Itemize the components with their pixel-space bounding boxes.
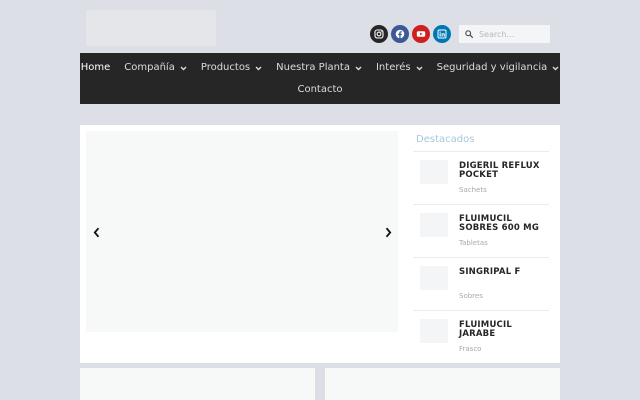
product-name[interactable]: FLUIMUCIL JARABE [459,321,549,339]
chevron-down-icon [552,66,559,70]
product-name[interactable]: FLUIMUCIL SOBRES 600 MG [459,215,549,233]
nav-item-contacto[interactable]: Contacto [290,83,349,97]
nav-item-label: Nuestra Planta [276,62,350,73]
nav-item-seguridad[interactable]: Seguridad y vigilancia [430,61,567,75]
nav-item-productos[interactable]: Productos [194,61,269,75]
image-slider [86,131,398,332]
slider-next-button[interactable] [382,225,394,239]
main-content-panel: Destacados DIGERIL REFLUX POCKET Sachets… [80,125,560,363]
product-name[interactable]: DIGERIL REFLUX POCKET [459,162,549,180]
content-card [325,368,560,400]
search-input[interactable] [479,29,549,39]
product-name[interactable]: SINGRIPAL F [459,268,549,277]
list-item[interactable]: FLUIMUCIL JARABE Frasco [413,310,549,363]
youtube-link[interactable] [412,25,430,43]
product-thumbnail[interactable] [420,319,448,343]
social-links [370,25,451,43]
youtube-icon [416,31,426,37]
product-thumbnail[interactable] [420,213,448,237]
nav-item-label: Seguridad y vigilancia [436,62,548,73]
search-icon [465,30,473,38]
nav-item-compania[interactable]: Compañía [117,61,194,75]
instagram-icon [374,29,384,39]
featured-products-list: DIGERIL REFLUX POCKET Sachets FLUIMUCIL … [413,151,549,363]
nav-item-label: Home [80,62,111,73]
product-category: Frasco [459,345,482,353]
list-item[interactable]: FLUIMUCIL SOBRES 600 MG Tabletas [413,204,549,257]
nav-item-label: Productos [200,62,251,73]
list-item[interactable]: DIGERIL REFLUX POCKET Sachets [413,151,549,204]
chevron-down-icon [416,66,423,70]
chevron-right-icon [385,227,391,237]
product-thumbnail[interactable] [420,160,448,184]
product-thumbnail[interactable] [420,266,448,290]
facebook-link[interactable] [391,25,409,43]
nav-row: Contacto [80,83,560,97]
chevron-down-icon [180,66,187,70]
product-category: Sachets [459,186,487,194]
product-category: Sobres [459,292,483,300]
nav-row: Home Compañía Productos Nuestra Planta I… [80,61,560,75]
content-card [80,368,315,400]
featured-title: Destacados [416,134,475,145]
chevron-down-icon [255,66,262,70]
nav-item-interes[interactable]: Interés [369,61,430,75]
facebook-icon [395,29,405,39]
linkedin-link[interactable] [433,25,451,43]
list-item[interactable]: SINGRIPAL F Sobres [413,257,549,310]
chevron-down-icon [355,66,362,70]
nav-item-label: Contacto [297,84,343,95]
site-logo[interactable] [86,10,216,46]
linkedin-icon [437,29,447,39]
instagram-link[interactable] [370,25,388,43]
slider-prev-button[interactable] [90,225,102,239]
nav-item-label: Interés [375,62,411,73]
nav-item-home[interactable]: Home [74,61,118,75]
main-navigation: Home Compañía Productos Nuestra Planta I… [80,53,560,104]
chevron-left-icon [93,227,99,237]
product-category: Tabletas [459,239,488,247]
search-box[interactable] [459,25,550,43]
nav-item-nuestra-planta[interactable]: Nuestra Planta [269,61,369,75]
nav-item-label: Compañía [124,62,175,73]
